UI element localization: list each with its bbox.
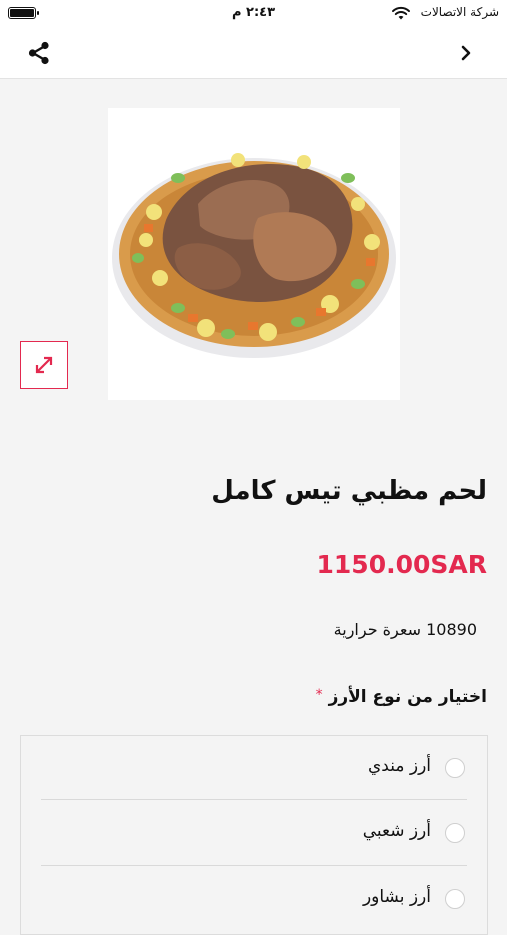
- chevron-right-icon[interactable]: [459, 43, 473, 63]
- calories-info: 10890 سعرة حرارية: [333, 620, 477, 639]
- status-bar: ٢:٤٣ م شركة الاتصالات: [0, 0, 507, 28]
- product-image[interactable]: [108, 108, 400, 400]
- expand-image-button[interactable]: [20, 341, 68, 389]
- rice-option-bshawer[interactable]: أرز بشاور: [41, 867, 477, 933]
- expand-icon: [35, 356, 53, 374]
- rice-option-title-text: اختيار من نوع الأرز: [328, 687, 487, 707]
- carrier-name: شركة الاتصالات: [420, 5, 499, 19]
- product-price: 1150.00SAR: [316, 550, 487, 579]
- rice-option-label: أرز مندي: [367, 756, 431, 776]
- product-title: لحم مظبي تيس كامل: [211, 476, 487, 506]
- radio-button[interactable]: [445, 758, 465, 778]
- rice-option-shaabi[interactable]: أرز شعبي: [41, 801, 477, 867]
- divider: [41, 865, 467, 866]
- required-mark: *: [315, 687, 323, 703]
- share-icon[interactable]: [26, 40, 52, 66]
- rice-option-title: اختيار من نوع الأرز *: [316, 687, 487, 707]
- wifi-icon: [392, 6, 410, 20]
- nav-bar: [0, 28, 507, 79]
- platter-illustration: [112, 153, 396, 358]
- radio-button[interactable]: [445, 889, 465, 909]
- rice-option-label: أرز بشاور: [362, 887, 431, 907]
- rice-options-list: أرز مندي أرز شعبي أرز بشاور: [20, 735, 488, 935]
- radio-button[interactable]: [445, 823, 465, 843]
- rice-option-mandi[interactable]: أرز مندي: [41, 736, 477, 802]
- divider: [41, 799, 467, 800]
- rice-option-label: أرز شعبي: [362, 821, 431, 841]
